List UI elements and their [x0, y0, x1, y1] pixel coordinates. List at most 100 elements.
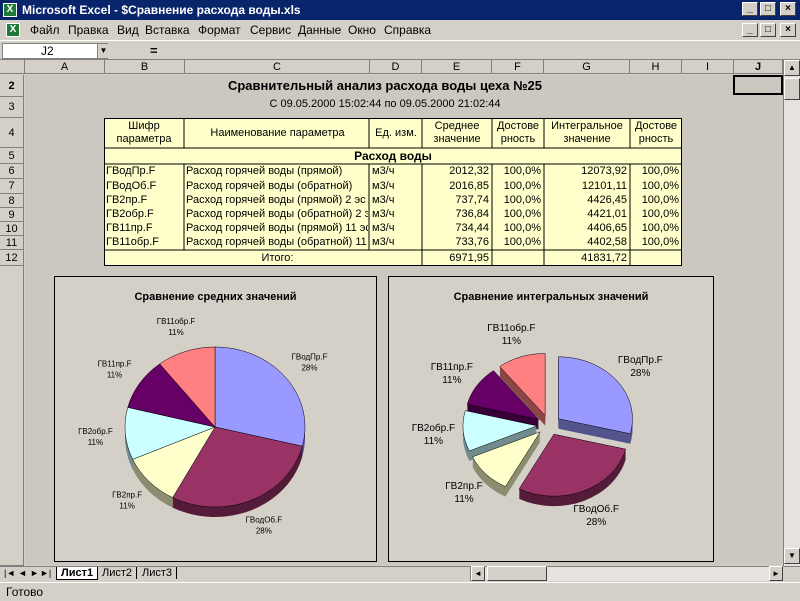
window-title: Microsoft Excel - $Сравнение расхода вод… — [22, 3, 301, 17]
workbook-icon[interactable]: X — [6, 23, 20, 37]
tab-last-icon[interactable]: ►| — [40, 568, 51, 578]
menu-format[interactable]: Формат — [198, 20, 241, 40]
table-cell-code: ГВ2обр.F — [106, 208, 154, 220]
vertical-scrollbar[interactable]: ▲ ▼ — [783, 60, 800, 566]
row-header-6[interactable]: 6 — [0, 164, 24, 179]
excel-icon[interactable]: X — [3, 3, 17, 17]
row-header-4[interactable]: 4 — [0, 118, 24, 148]
column-header-g[interactable]: G — [544, 60, 630, 74]
table-cell-integral: 12101,11 — [581, 180, 627, 192]
table-cell-unit: м3/ч — [372, 222, 395, 234]
close-button[interactable]: × — [780, 2, 796, 16]
table-cell-code: ГВодПр.F — [106, 165, 156, 177]
pie-label-percent: 11% — [502, 336, 521, 347]
row-header-5[interactable]: 5 — [0, 148, 24, 164]
doc-restore-button[interactable]: □ — [760, 23, 776, 37]
row-header-9[interactable]: 9 — [0, 208, 24, 222]
row-header-11[interactable]: 11 — [0, 236, 24, 250]
horizontal-scrollbar[interactable]: ◄ ► — [470, 566, 783, 581]
menu-edit[interactable]: Правка — [68, 20, 109, 40]
column-header-e[interactable]: E — [422, 60, 492, 74]
name-box[interactable]: J2 ▼ — [2, 43, 109, 59]
formula-equals-sign[interactable]: = — [150, 43, 158, 58]
column-header-i[interactable]: I — [682, 60, 734, 74]
select-all-corner[interactable] — [0, 60, 25, 74]
scroll-left-icon[interactable]: ◄ — [471, 566, 485, 581]
pie-average: ГВодПр.F 28% ГВодОб.F 28% ГВ2пр.F 11% ГВ2обр.F… — [78, 317, 328, 535]
scroll-up-icon[interactable]: ▲ — [784, 60, 800, 76]
pie-label-percent: 28% — [256, 526, 272, 535]
total-average: 6971,95 — [449, 252, 489, 264]
tab-prev-icon[interactable]: ◄ — [18, 568, 27, 578]
table-cell-unit: м3/ч — [372, 180, 395, 192]
menu-view[interactable]: Вид — [117, 20, 139, 40]
row-header-12[interactable]: 12 — [0, 250, 24, 266]
row-header-7[interactable]: 7 — [0, 179, 24, 194]
menu-file[interactable]: Файл — [30, 20, 60, 40]
header-code: Шифр параметра — [116, 120, 172, 145]
header-reliability-2: Достове рность — [634, 120, 678, 145]
table-cell-integral: 4406,65 — [587, 222, 627, 234]
tab-first-icon[interactable]: |◄ — [4, 568, 15, 578]
table-cell-reliability-int: 100,0% — [641, 194, 679, 206]
table-cell-reliability-int: 100,0% — [641, 180, 679, 192]
maximize-button[interactable]: □ — [760, 2, 776, 16]
table-cell-name: Расход горячей воды (прямой) — [186, 165, 343, 177]
column-header-d[interactable]: D — [370, 60, 422, 74]
menu-insert[interactable]: Вставка — [145, 20, 190, 40]
row-header-10[interactable]: 10 — [0, 222, 24, 236]
pie-label-percent: 11% — [107, 371, 122, 380]
column-header-h[interactable]: H — [630, 60, 682, 74]
pie-label-category: ГВодПр.F — [292, 352, 328, 361]
minimize-button[interactable]: _ — [742, 2, 758, 16]
tab-sheet3[interactable]: Лист3 — [138, 567, 178, 579]
pie-label-category: ГВодОб.F — [246, 515, 283, 524]
menu-tools[interactable]: Сервис — [250, 20, 291, 40]
chevron-down-icon[interactable]: ▼ — [97, 44, 109, 58]
pie-label-percent: 11% — [88, 438, 103, 447]
header-average: Среднее значение — [433, 120, 481, 145]
column-header-c[interactable]: C — [185, 60, 370, 74]
column-header-a[interactable]: A — [25, 60, 105, 74]
section-title: Расход воды — [354, 149, 432, 163]
column-header-f[interactable]: F — [492, 60, 544, 74]
tab-sheet1[interactable]: Лист1 — [56, 567, 99, 580]
tab-sheet2[interactable]: Лист2 — [98, 567, 138, 579]
table-cell-name: Расход горячей воды (прямой) 2 эс — [186, 194, 366, 206]
chart-integral[interactable]: Сравнение интегральных значений ГВодПр.F… — [388, 276, 714, 562]
menu-window[interactable]: Окно — [348, 20, 376, 40]
row-header-3[interactable]: 3 — [0, 97, 24, 118]
formula-bar: J2 ▼ = — [0, 40, 800, 60]
table-cell-average: 2016,85 — [449, 180, 489, 192]
table-cell-average: 2012,32 — [449, 165, 489, 177]
table-cell-unit: м3/ч — [372, 165, 395, 177]
scroll-right-icon[interactable]: ► — [769, 566, 783, 581]
table-cell-reliability-int: 100,0% — [641, 165, 679, 177]
pie-label-percent: 11% — [424, 436, 443, 447]
doc-close-button[interactable]: × — [780, 23, 796, 37]
scroll-down-icon[interactable]: ▼ — [784, 548, 800, 564]
pie-label-percent: 11% — [119, 502, 134, 511]
menu-data[interactable]: Данные — [298, 20, 341, 40]
total-label: Итого: — [261, 252, 294, 264]
column-header-b[interactable]: B — [105, 60, 185, 74]
sheet-tab-bar: |◄ ◄ ► ►| Лист1 Лист2 Лист3 ◄ ► — [0, 566, 800, 581]
row-header-2[interactable]: 2 — [0, 75, 24, 97]
row-header-8[interactable]: 8 — [0, 194, 24, 208]
table-cell-reliability-avg: 100,0% — [503, 222, 541, 234]
chart-average[interactable]: Сравнение средних значений ГВодПр.F 28% ГВ… — [54, 276, 377, 562]
tab-next-icon[interactable]: ► — [30, 568, 39, 578]
menu-help[interactable]: Справка — [384, 20, 431, 40]
pie-label-category: ГВ2обр.F — [412, 422, 455, 434]
pie-label-category: ГВ2пр.F — [112, 491, 142, 500]
table-cell-unit: м3/ч — [372, 194, 395, 206]
selected-cell-j2[interactable] — [733, 75, 783, 95]
menu-bar: X Файл Правка Вид Вставка Формат Сервис … — [0, 20, 800, 40]
pie-label-percent: 11% — [168, 328, 183, 337]
sheet-period: С 09.05.2000 15:02:44 по 09.05.2000 21:0… — [269, 98, 501, 110]
scroll-thumb[interactable] — [784, 78, 800, 100]
hscroll-thumb[interactable] — [487, 566, 547, 581]
doc-minimize-button[interactable]: _ — [742, 23, 758, 37]
pie-label-category: ГВодПр.F — [618, 355, 663, 366]
column-header-j[interactable]: J — [734, 60, 783, 74]
